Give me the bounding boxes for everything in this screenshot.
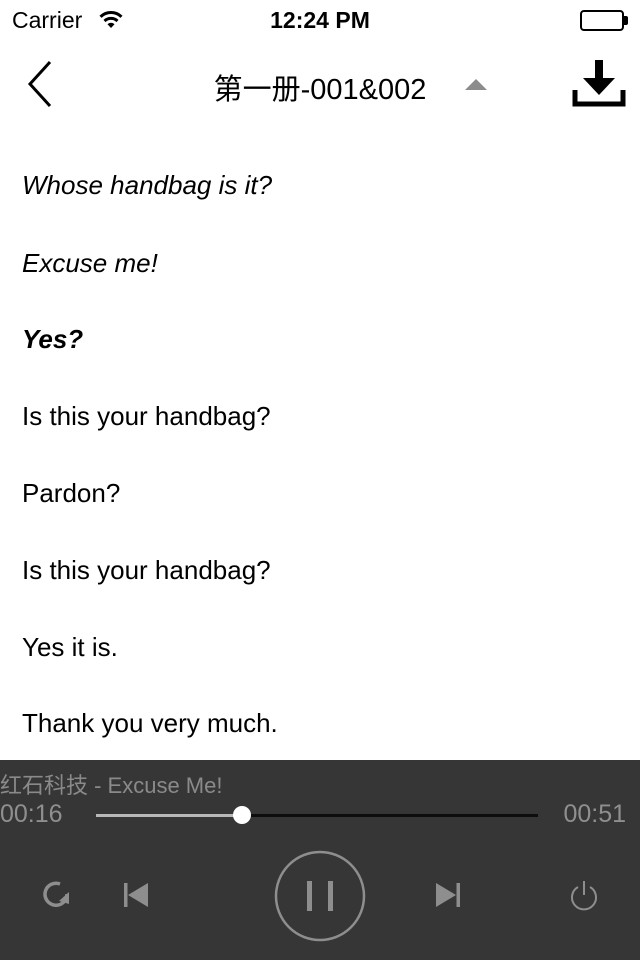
previous-icon bbox=[124, 883, 148, 907]
progress-played bbox=[96, 814, 242, 817]
expand-toggle-button[interactable] bbox=[462, 76, 490, 94]
previous-button[interactable] bbox=[122, 881, 150, 909]
status-bar: Carrier 12:24 PM bbox=[0, 0, 640, 40]
pause-icon bbox=[274, 850, 366, 942]
total-time: 00:51 bbox=[563, 800, 626, 828]
status-time: 12:24 PM bbox=[270, 7, 370, 33]
lyric-line[interactable]: Thank you very much. bbox=[22, 708, 278, 739]
next-icon bbox=[436, 883, 460, 907]
elapsed-time: 00:16 bbox=[0, 800, 63, 828]
track-title: 红石科技 - Excuse Me! bbox=[0, 773, 223, 798]
lyric-line[interactable]: Pardon? bbox=[22, 478, 120, 509]
power-icon bbox=[571, 881, 597, 911]
lyric-line[interactable]: Excuse me! bbox=[22, 248, 158, 279]
lyric-line[interactable]: Whose handbag is it? bbox=[22, 170, 272, 201]
lyric-line[interactable]: Yes it is. bbox=[22, 632, 118, 663]
audio-player: 红石科技 - Excuse Me! 00:16 00:51 bbox=[0, 760, 640, 960]
download-button[interactable] bbox=[570, 58, 628, 110]
lyric-line-current[interactable]: Yes? bbox=[22, 324, 83, 355]
progress-thumb[interactable] bbox=[232, 806, 251, 824]
lyric-line[interactable]: Is this your handbag? bbox=[22, 555, 271, 586]
battery-icon bbox=[580, 10, 628, 31]
progress-slider[interactable] bbox=[96, 806, 538, 824]
nav-bar: 第一册-001&002 bbox=[0, 40, 640, 128]
power-button[interactable] bbox=[567, 879, 601, 913]
repeat-button[interactable] bbox=[38, 877, 74, 913]
lyric-line[interactable]: Is this your handbag? bbox=[22, 401, 271, 432]
repeat-icon bbox=[43, 881, 69, 907]
download-icon bbox=[572, 60, 626, 107]
lyrics-view[interactable]: Whose handbag is it? Excuse me! Yes? Is … bbox=[0, 128, 640, 760]
triangle-up-icon bbox=[465, 79, 487, 90]
pause-button[interactable] bbox=[274, 850, 366, 942]
next-button[interactable] bbox=[434, 881, 462, 909]
page-title[interactable]: 第一册-001&002 bbox=[214, 66, 427, 108]
